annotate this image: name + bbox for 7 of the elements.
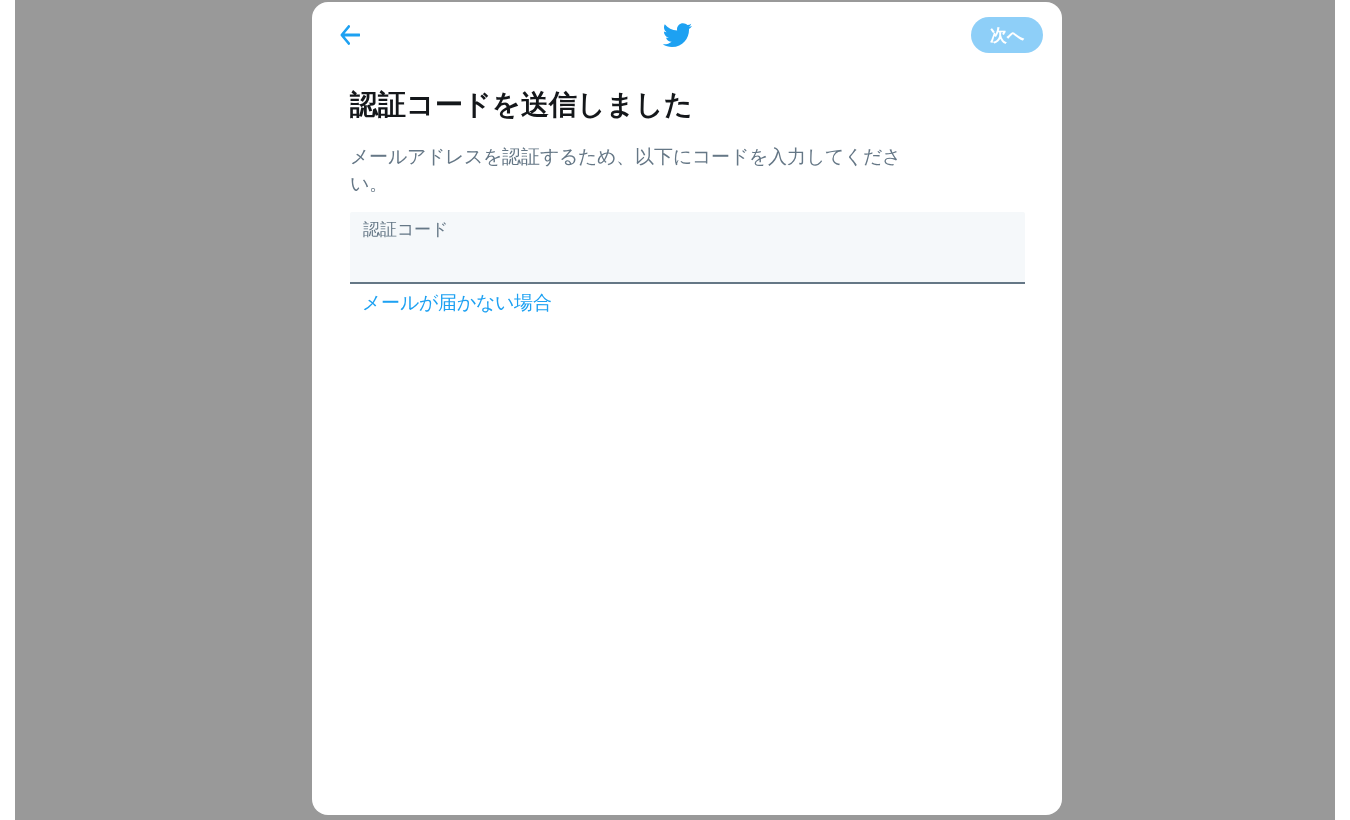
help-link[interactable]: メールが届かない場合	[362, 291, 552, 315]
back-arrow-icon	[340, 25, 360, 45]
bird-icon	[662, 22, 692, 48]
instruction-text: メールアドレスを認証するため、以下にコードを入力してください。	[350, 145, 902, 196]
verification-code-field[interactable]: 認証コード	[350, 212, 1025, 284]
dialog-title: 認証コードを送信しました	[350, 88, 693, 122]
back-button[interactable]	[340, 25, 360, 45]
